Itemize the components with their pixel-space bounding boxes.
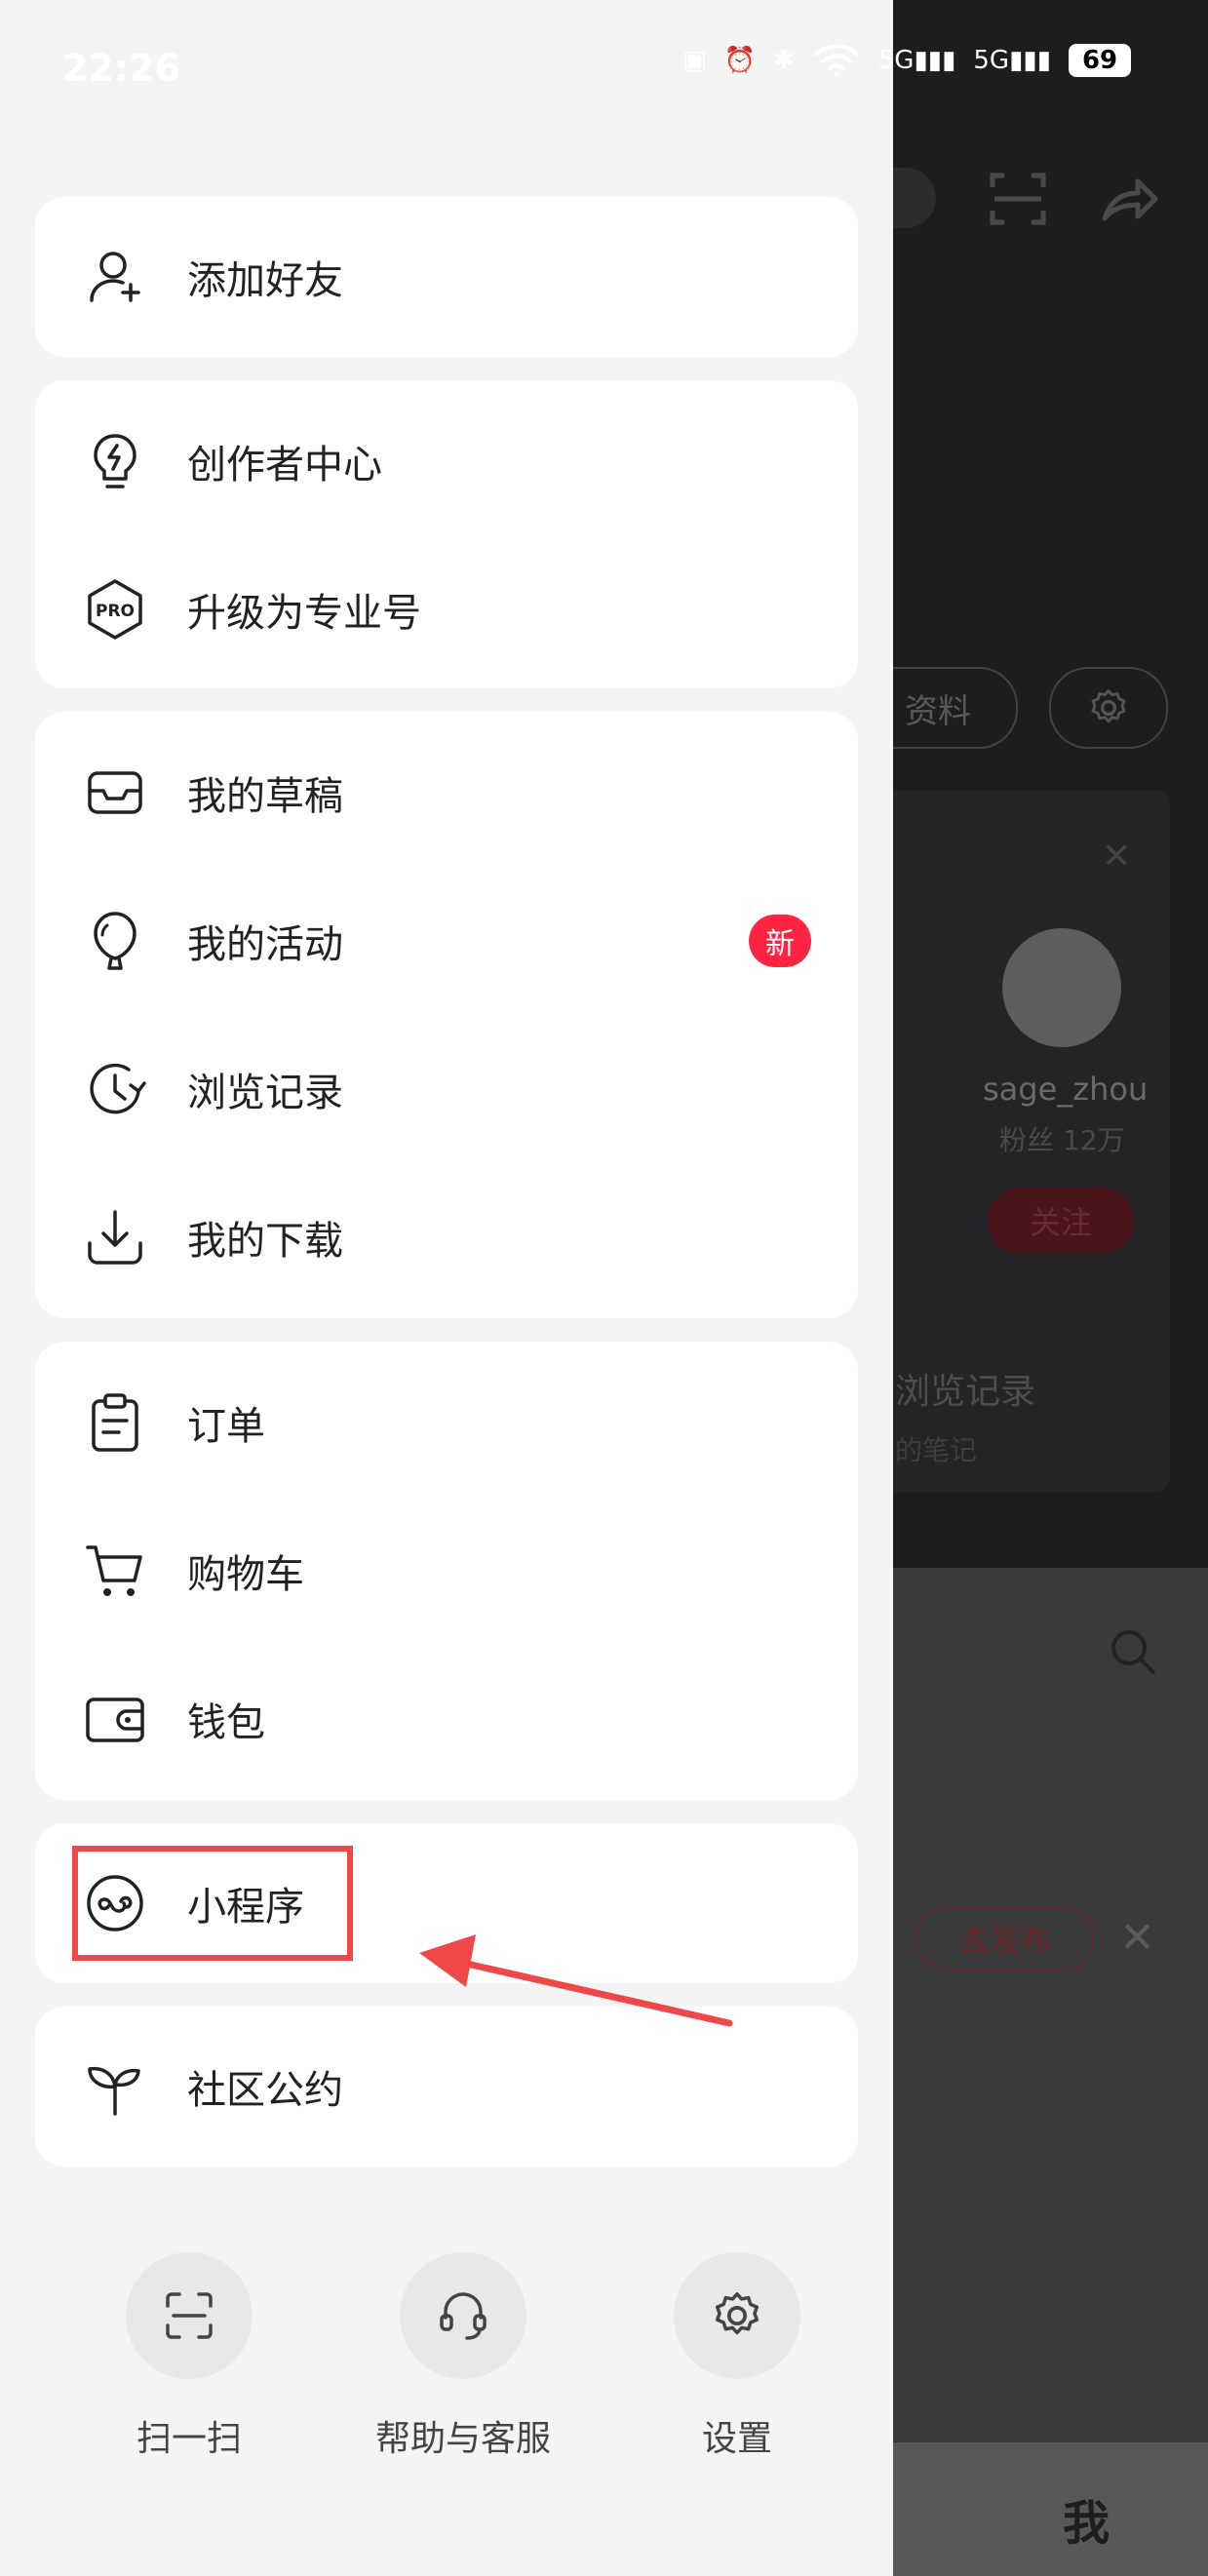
menu-item-label: 我的活动 (187, 922, 343, 967)
card-content: 我的草稿 我的活动 新 浏览记录 我的下载 (35, 712, 858, 1318)
background-card-close-icon: ✕ (1102, 837, 1132, 877)
menu-item-cart[interactable]: 购物车 (35, 1498, 858, 1644)
background-account-name: sage_zhou (983, 1071, 1149, 1108)
quick-action-help[interactable]: 帮助与客服 (366, 2252, 561, 2461)
add-user-icon (84, 246, 146, 308)
menu-item-activities[interactable]: 我的活动 新 (35, 868, 858, 1014)
background-avatar (1002, 928, 1121, 1047)
inbox-icon (84, 761, 146, 824)
menu-item-label: 我的下载 (187, 1219, 343, 1264)
headset-icon (400, 2252, 526, 2379)
wifi-icon (813, 44, 859, 77)
menu-item-downloads[interactable]: 我的下载 (35, 1164, 858, 1310)
menu-item-creator-center[interactable]: 创作者中心 (35, 388, 858, 534)
cart-icon (84, 1540, 146, 1602)
background-close-icon: ✕ (1119, 1913, 1155, 1963)
quick-action-scan[interactable]: 扫一扫 (92, 2252, 287, 2461)
background-share-icon (1102, 178, 1158, 221)
gear-icon (674, 2252, 800, 2379)
signal-5g-icon: 5G▮▮▮ (877, 46, 956, 75)
card-shopping: 订单 购物车 钱包 (35, 1342, 858, 1800)
menu-item-history[interactable]: 浏览记录 (35, 1016, 858, 1162)
sprout-icon (84, 2055, 146, 2118)
menu-item-label: 我的草稿 (187, 774, 343, 819)
background-account-fans: 粉丝 12万 (999, 1124, 1125, 1156)
card-community: 社区公约 (35, 2007, 858, 2166)
quick-action-label: 扫一扫 (136, 2419, 242, 2459)
menu-item-label: 订单 (187, 1404, 265, 1449)
highlight-box (72, 1846, 353, 1961)
quick-action-label: 设置 (701, 2419, 772, 2459)
background-tab-me: 我 (1063, 2496, 1111, 2551)
card-creator: 创作者中心 PRO 升级为专业号 (35, 380, 858, 688)
history-clock-icon (84, 1058, 146, 1120)
background-search-icon (1111, 1630, 1156, 1675)
status-icons: ▣ ⏰ ✱ 5G▮▮▮ 5G▮▮▮ 69 (682, 43, 1132, 78)
pro-icon: PRO (84, 578, 146, 641)
bluetooth-icon: ✱ (772, 46, 795, 75)
clipboard-icon (84, 1391, 146, 1454)
new-badge: 新 (749, 915, 811, 967)
balloon-icon (84, 910, 146, 972)
side-drawer: 添加好友 创作者中心 PRO 升级为专业号 我的草稿 我的活动 新 浏览记录 我… (0, 0, 893, 2576)
menu-item-add-friend[interactable]: 添加好友 (35, 204, 858, 350)
menu-item-label: 社区公约 (187, 2068, 343, 2113)
status-time: 22:26 (62, 47, 180, 90)
menu-item-label: 购物车 (187, 1552, 304, 1597)
background-history-title: 浏览记录 (895, 1372, 1036, 1412)
quick-action-settings[interactable]: 设置 (640, 2252, 835, 2461)
menu-item-drafts[interactable]: 我的草稿 (35, 720, 858, 866)
background-settings-chip (1049, 667, 1168, 749)
background-scan-icon (990, 173, 1046, 225)
svg-text:PRO: PRO (96, 602, 135, 621)
signal-5g-icon-2: 5G▮▮▮ (973, 46, 1052, 75)
background-publish-button: 去发布 (916, 1906, 1094, 1971)
scan-icon (126, 2252, 253, 2379)
battery-icon: 69 (1069, 44, 1132, 77)
nfc-icon: ▣ (682, 46, 707, 75)
card-friends: 添加好友 (35, 197, 858, 357)
menu-item-label: 浏览记录 (187, 1071, 343, 1115)
background-gear-icon (1091, 689, 1126, 723)
menu-item-community-guidelines[interactable]: 社区公约 (35, 2013, 858, 2160)
lightning-bulb-icon (84, 430, 146, 492)
menu-item-upgrade-pro[interactable]: PRO 升级为专业号 (35, 536, 858, 683)
status-bar: 22:26 ▣ ⏰ ✱ 5G▮▮▮ 5G▮▮▮ 69 (0, 0, 1208, 137)
menu-item-orders[interactable]: 订单 (35, 1349, 858, 1496)
background-history-sub: 的笔记 (895, 1434, 978, 1466)
menu-item-label: 钱包 (187, 1700, 265, 1745)
download-icon (84, 1206, 146, 1268)
menu-item-label: 创作者中心 (187, 443, 382, 488)
menu-item-label: 添加好友 (187, 258, 343, 303)
quick-action-label: 帮助与客服 (374, 2419, 551, 2459)
background-follow-button: 关注 (988, 1188, 1134, 1254)
wallet-icon (84, 1688, 146, 1750)
menu-item-label: 升级为专业号 (187, 591, 421, 636)
alarm-icon: ⏰ (723, 46, 756, 75)
menu-item-wallet[interactable]: 钱包 (35, 1646, 858, 1792)
